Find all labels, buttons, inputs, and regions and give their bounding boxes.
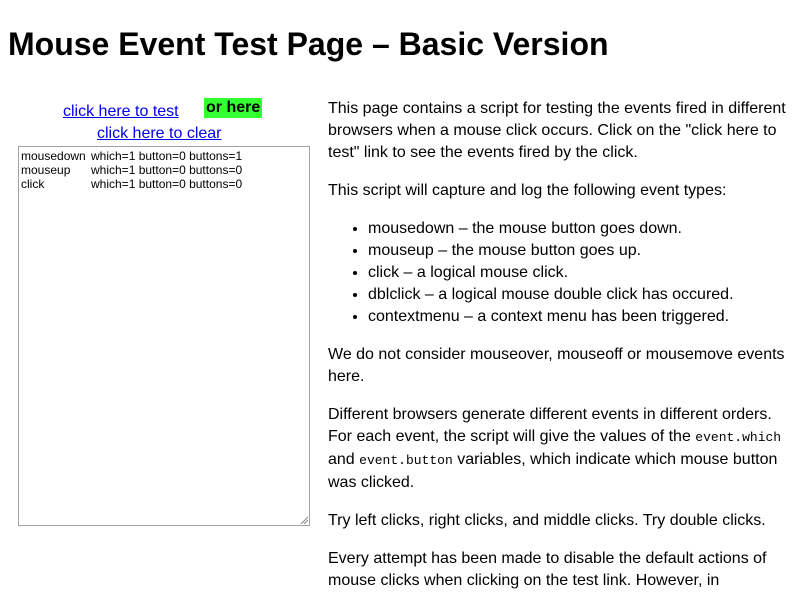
intro-paragraph: This page contains a script for testing … [328,100,786,161]
clear-link[interactable]: click here to clear [97,125,222,143]
code-event-button: event.button [359,453,453,468]
log-event: mousedown [21,149,86,163]
test-link[interactable]: click here to test [63,103,179,121]
list-item: contextmenu – a context menu has been tr… [368,306,788,328]
event-log-textarea[interactable]: mousedown which=1 button=0 buttons=1 mou… [18,146,310,526]
log-line: mouseup which=1 button=0 buttons=0 [21,163,307,177]
page-title: Mouse Event Test Page – Basic Version [8,26,609,62]
test-controls: click here to test or here [18,98,310,122]
list-item: dblclick – a logical mouse double click … [368,284,788,306]
browser-differences-paragraph: Different browsers generate different ev… [328,404,788,494]
event-type-list: mousedown – the mouse button goes down. … [328,218,788,328]
diff-text-and: and [328,451,360,468]
list-item: mouseup – the mouse button goes up. [368,240,788,262]
list-item: mousedown – the mouse button goes down. [368,218,788,240]
description-panel: This page contains a script for testing … [328,98,788,608]
log-event: click [21,177,45,191]
every-attempt-paragraph: Every attempt has been made to disable t… [328,550,767,589]
test-panel: click here to test or here click here to… [18,98,310,526]
log-event: mouseup [21,163,71,177]
code-event-which: event.which [695,430,782,445]
try-clicks-paragraph: Try left clicks, right clicks, and middl… [328,512,766,529]
resize-grip-icon[interactable] [300,516,308,524]
capture-intro-paragraph: This script will capture and log the fol… [328,182,727,199]
log-detail: which=1 button=0 buttons=0 [91,177,243,191]
not-considered-paragraph: We do not consider mouseover, mouseoff o… [328,346,785,385]
list-item: click – a logical mouse click. [368,262,788,284]
or-here-target[interactable]: or here [204,98,263,118]
log-line: click which=1 button=0 buttons=0 [21,177,307,191]
log-detail: which=1 button=0 buttons=0 [91,163,243,177]
log-line: mousedown which=1 button=0 buttons=1 [21,149,307,163]
log-detail: which=1 button=0 buttons=1 [91,149,243,163]
